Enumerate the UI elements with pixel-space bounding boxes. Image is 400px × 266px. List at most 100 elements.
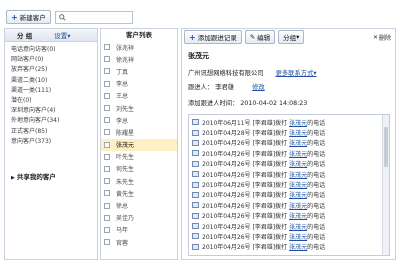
customer-checkbox[interactable] xyxy=(104,226,110,233)
customer-checkbox[interactable] xyxy=(104,105,110,112)
customer-name: 陈耀星 xyxy=(116,129,135,137)
log-tail: 的电话 xyxy=(307,233,326,241)
log-customer-link[interactable]: 张茂元 xyxy=(289,180,307,189)
customer-checkbox[interactable] xyxy=(104,190,110,197)
customer-checkbox[interactable] xyxy=(104,202,110,209)
log-customer-link[interactable]: 张茂元 xyxy=(289,201,307,210)
customer-name: 徐总 xyxy=(116,203,129,211)
log-customer-link[interactable]: 张茂元 xyxy=(289,138,307,147)
add-follow-up-label: 添加跟进记录 xyxy=(197,34,237,42)
group-dropdown-button[interactable]: 分组 ▾ xyxy=(278,30,305,44)
customer-name: 李总 xyxy=(116,81,129,89)
customer-checkbox[interactable] xyxy=(104,178,110,185)
log-customer-link[interactable]: 张茂元 xyxy=(289,232,307,241)
group-item[interactable]: 网站客户(0) xyxy=(11,55,97,65)
customer-checkbox[interactable] xyxy=(104,44,110,51)
customer-checkbox[interactable] xyxy=(104,153,110,160)
close-icon: ✕ xyxy=(372,33,378,41)
customer-checkbox[interactable] xyxy=(104,141,110,148)
log-customer-link[interactable]: 张茂元 xyxy=(289,222,307,231)
log-tail: 的电话 xyxy=(307,150,326,158)
company-row: 广州讯想网络科技有限公司 更多联系方式▾ xyxy=(188,68,317,77)
log-scrollbar-thumb[interactable] xyxy=(384,127,388,167)
added-time-value: 2010-04-02 14:08:23 xyxy=(240,100,308,107)
customer-row[interactable]: 张兆祥 xyxy=(101,41,177,53)
customer-row[interactable]: 徐兆祥 xyxy=(101,53,177,65)
shared-customers-toggle[interactable]: ▶ 共享我的客户 xyxy=(11,171,56,181)
customer-checkbox[interactable] xyxy=(104,92,110,99)
customer-row[interactable]: 黄先生 xyxy=(101,187,177,199)
search-input[interactable] xyxy=(54,10,133,24)
add-follow-up-button[interactable]: + 添加跟进记录 xyxy=(184,30,242,44)
customer-row[interactable]: 朱先生 xyxy=(101,175,177,187)
customer-name: 王总 xyxy=(116,93,129,101)
log-text: 2010年04月26号 [李君雄]拨打 xyxy=(202,213,288,221)
call-record-icon xyxy=(192,160,199,167)
log-customer-link[interactable]: 张茂元 xyxy=(289,170,307,179)
customer-detail-pane: + 添加跟进记录 ✎ 编辑 分组 ▾ ✕ 删除 张茂元 广州讯想网络科技有限公司 … xyxy=(181,28,396,260)
customer-list: 张兆祥 徐兆祥 丁真 李总 王总 刘先生 李总 陈耀星 张茂元 叶先生 何先生 … xyxy=(101,41,177,248)
customer-row[interactable]: 官蓉 xyxy=(101,236,177,248)
group-item[interactable]: 意向客户(373) xyxy=(11,137,97,147)
log-customer-link[interactable]: 张茂元 xyxy=(289,242,307,251)
customer-checkbox[interactable] xyxy=(104,239,110,246)
more-contact-link[interactable]: 更多联系方式▾ xyxy=(276,70,317,77)
call-record-icon xyxy=(192,181,199,188)
customer-checkbox[interactable] xyxy=(104,56,110,63)
customer-checkbox[interactable] xyxy=(104,68,110,75)
group-label: 分组 xyxy=(283,34,297,42)
group-item[interactable]: 渠道一类(111) xyxy=(11,86,97,96)
log-customer-link[interactable]: 张茂元 xyxy=(289,128,307,137)
customer-name: 丁真 xyxy=(116,68,129,76)
customer-name: 吴佳乃 xyxy=(116,215,135,223)
customer-checkbox[interactable] xyxy=(104,117,110,124)
customer-checkbox[interactable] xyxy=(104,165,110,172)
customer-row[interactable]: 吴佳乃 xyxy=(101,212,177,224)
log-text: 2010年04月26号 [李君雄]拨打 xyxy=(202,140,288,148)
customer-checkbox[interactable] xyxy=(104,80,110,87)
log-text: 2010年04月26号 [李君雄]拨打 xyxy=(202,171,288,179)
detail-toolbar: + 添加跟进记录 ✎ 编辑 分组 ▾ ✕ 删除 xyxy=(182,29,395,45)
follow-up-log[interactable]: 2010年06月11号 [李君雄]拨打 张茂元 的电话 2010年04月28号 [李… xyxy=(188,114,390,256)
log-customer-link[interactable]: 张茂元 xyxy=(289,190,307,199)
customer-checkbox[interactable] xyxy=(104,214,110,221)
new-customer-button[interactable]: + 新建客户 xyxy=(6,10,51,24)
group-item[interactable]: 外地意向客户(34) xyxy=(11,116,97,126)
modify-follower-link[interactable]: 修改 xyxy=(252,84,265,91)
customer-row[interactable]: 丁真 xyxy=(101,65,177,77)
group-item[interactable]: 深圳意向客户(4) xyxy=(11,106,97,116)
customer-row[interactable]: 徐总 xyxy=(101,199,177,211)
customer-row[interactable]: 陈耀星 xyxy=(101,126,177,138)
groups-pane: 分 组 设置▾ 电话意向访客(0) 网站客户(0) 放弃客户(25) 渠道二类(… xyxy=(4,28,98,260)
groups-settings-button[interactable]: 设置▾ xyxy=(54,30,70,40)
customer-row[interactable]: 李总 xyxy=(101,114,177,126)
customer-row[interactable]: 马年 xyxy=(101,224,177,236)
call-record-icon xyxy=(192,119,199,126)
customer-row[interactable]: 王总 xyxy=(101,90,177,102)
company-name: 广州讯想网络科技有限公司 xyxy=(188,70,264,77)
customer-row[interactable]: 李总 xyxy=(101,78,177,90)
group-item[interactable]: 潜在(0) xyxy=(11,96,97,106)
delete-button[interactable]: ✕ 删除 xyxy=(373,33,391,42)
customer-row[interactable]: 叶先生 xyxy=(101,151,177,163)
log-tail: 的电话 xyxy=(307,202,326,210)
log-scrollbar[interactable] xyxy=(382,115,389,255)
group-item[interactable]: 放弃客户(25) xyxy=(11,65,97,75)
customer-row[interactable]: 刘先生 xyxy=(101,102,177,114)
customer-row-selected[interactable]: 张茂元 xyxy=(101,138,177,151)
crm-window: + 新建客户 分 组 设置▾ 电话意向访客(0) 网站客户(0) 放弃客户(25… xyxy=(0,0,400,266)
log-customer-link[interactable]: 张茂元 xyxy=(289,211,307,220)
chevron-down-icon: ▾ xyxy=(296,33,300,41)
group-item[interactable]: 正式客户(85) xyxy=(11,127,97,137)
log-customer-link[interactable]: 张茂元 xyxy=(289,118,307,127)
edit-button[interactable]: ✎ 编辑 xyxy=(244,30,276,44)
customer-row[interactable]: 何先生 xyxy=(101,163,177,175)
delete-label: 删除 xyxy=(378,34,391,42)
call-record-icon xyxy=(192,191,199,198)
log-tail: 的电话 xyxy=(307,244,326,252)
log-customer-link[interactable]: 张茂元 xyxy=(289,149,307,158)
group-item[interactable]: 渠道二类(10) xyxy=(11,76,97,86)
customer-checkbox[interactable] xyxy=(104,129,110,136)
group-item[interactable]: 电话意向访客(0) xyxy=(11,45,97,55)
log-customer-link[interactable]: 张茂元 xyxy=(289,159,307,168)
